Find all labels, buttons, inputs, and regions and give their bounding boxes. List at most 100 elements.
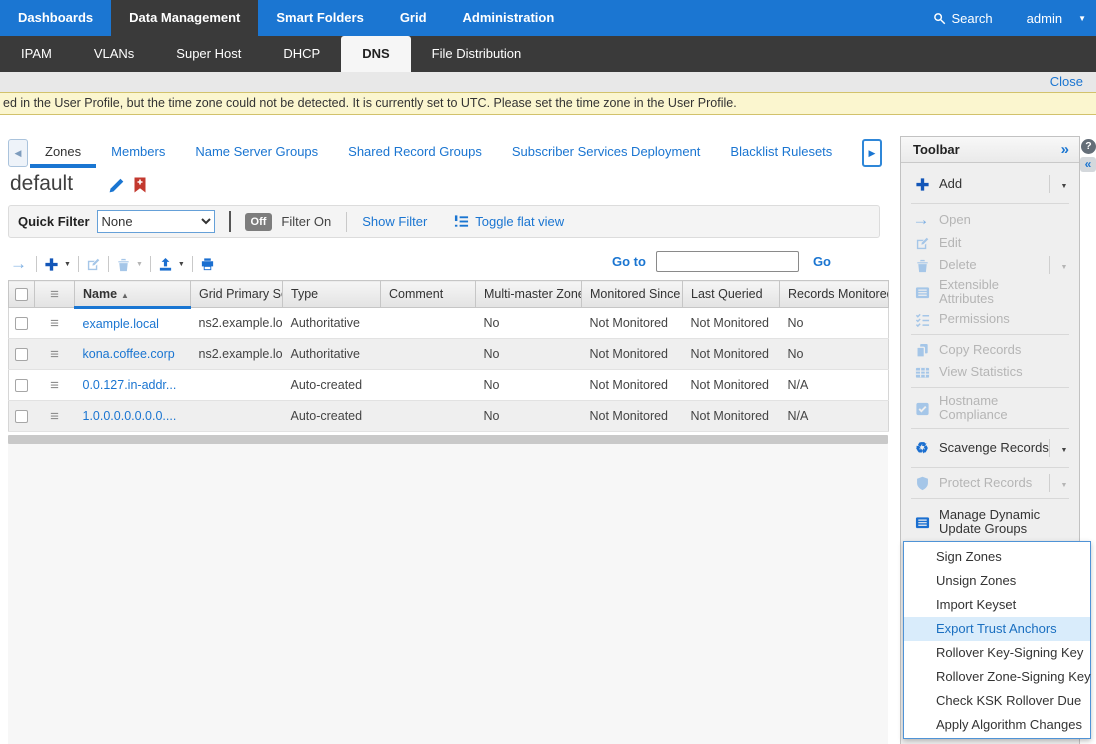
divider [229, 211, 231, 232]
menu-item-sign-zones[interactable]: Sign Zones [904, 545, 1090, 569]
row-checkbox[interactable] [9, 308, 35, 339]
help-icon[interactable]: ? [1081, 139, 1096, 154]
toolbar-manage-dynamic-update-groups[interactable]: Manage Dynamic Update Groups [901, 503, 1079, 541]
zone-link[interactable]: example.local [83, 317, 159, 331]
subnav-super-host[interactable]: Super Host [155, 36, 262, 72]
notice-close-link[interactable]: Close [1050, 74, 1083, 89]
toggle-flat-view-link[interactable]: Toggle flat view [475, 214, 564, 229]
table-row[interactable]: ≡ kona.coffee.corp ns2.example.lo... Aut… [9, 339, 889, 370]
export-icon[interactable] [158, 257, 173, 272]
menu-item-rollover-zsk[interactable]: Rollover Zone-Signing Key [904, 665, 1090, 689]
sort-asc-icon: ▲ [121, 291, 129, 300]
row-checkbox[interactable] [9, 370, 35, 401]
add-caret-icon[interactable]: ▼ [64, 261, 71, 268]
menu-item-rollover-ksk[interactable]: Rollover Key-Signing Key [904, 641, 1090, 665]
row-checkbox[interactable] [9, 339, 35, 370]
table-row[interactable]: ≡ 1.0.0.0.0.0.0.0.... Auto-created No No… [9, 401, 889, 432]
horizontal-scrollbar[interactable] [8, 435, 888, 444]
tab-blacklist-rulesets[interactable]: Blacklist Rulesets [715, 139, 847, 168]
toolbar-open: → Open [901, 208, 1079, 232]
quick-filter-bar: Quick Filter None Off Filter On Show Fil… [8, 205, 880, 238]
goto-row: Go to Go [612, 251, 831, 272]
sub-nav: IPAM VLANs Super Host DHCP DNS File Dist… [0, 36, 1096, 72]
user-menu[interactable]: admin [1027, 11, 1062, 26]
zone-link[interactable]: 1.0.0.0.0.0.0.0.... [83, 409, 177, 423]
collapse-panel-icon[interactable]: « [1080, 157, 1096, 172]
subnav-file-distribution[interactable]: File Distribution [411, 36, 543, 72]
quick-filter-select[interactable]: None [97, 210, 215, 233]
expand-toolbar-icon[interactable]: » [1061, 137, 1069, 163]
export-caret-icon[interactable]: ▼ [178, 261, 185, 268]
filter-on-label: Filter On [281, 214, 331, 229]
filter-off-toggle[interactable]: Off [245, 213, 273, 231]
add-menu-caret-icon[interactable]: ▼ [1061, 183, 1068, 190]
row-menu-icon[interactable]: ≡ [35, 339, 75, 370]
subnav-vlans[interactable]: VLANs [73, 36, 155, 72]
tab-dns64-groups[interactable]: DNS64 Groups [847, 139, 860, 168]
tab-name-server-groups[interactable]: Name Server Groups [180, 139, 333, 168]
add-icon[interactable] [44, 257, 59, 272]
tab-members[interactable]: Members [96, 139, 180, 168]
tab-zones[interactable]: Zones [30, 139, 96, 168]
nav-data-management[interactable]: Data Management [111, 0, 258, 36]
select-all-checkbox[interactable] [9, 281, 35, 308]
subnav-dns[interactable]: DNS [341, 36, 410, 72]
table-row[interactable]: ≡ 0.0.127.in-addr... Auto-created No Not… [9, 370, 889, 401]
nav-administration[interactable]: Administration [445, 0, 573, 36]
tabs-scroll-right-button[interactable]: ▶ [862, 139, 882, 167]
tab-shared-record-groups[interactable]: Shared Record Groups [333, 139, 497, 168]
zone-link[interactable]: kona.coffee.corp [83, 347, 175, 361]
user-caret-icon[interactable]: ▼ [1078, 14, 1086, 23]
goto-button[interactable]: Go [813, 254, 831, 269]
toolbar-scavenge-records[interactable]: ♻ Scavenge Records ▼ [901, 433, 1079, 463]
table-empty-area [8, 444, 888, 744]
delete-menu-caret-icon: ▼ [1061, 264, 1068, 271]
table-icon [915, 365, 930, 380]
delete-icon [116, 257, 131, 272]
menu-item-apply-algorithm-changes[interactable]: Apply Algorithm Changes [904, 713, 1090, 737]
tabs-scroll-left-button[interactable]: ◀ [8, 139, 28, 167]
column-header-monitored-since[interactable]: Monitored Since [582, 281, 683, 308]
zone-link[interactable]: 0.0.127.in-addr... [83, 378, 177, 392]
search-label: Search [951, 11, 992, 26]
show-filter-link[interactable]: Show Filter [362, 214, 427, 229]
bookmark-icon[interactable] [134, 177, 146, 193]
subnav-ipam[interactable]: IPAM [0, 36, 73, 72]
list-icon [915, 515, 930, 530]
protect-caret-icon: ▼ [1061, 482, 1068, 489]
menu-item-check-ksk-rollover[interactable]: Check KSK Rollover Due [904, 689, 1090, 713]
nav-dashboards[interactable]: Dashboards [0, 0, 111, 36]
column-header-grid-primary[interactable]: Grid Primary Se... [191, 281, 283, 308]
row-menu-icon[interactable]: ≡ [35, 401, 75, 432]
column-header-type[interactable]: Type [283, 281, 381, 308]
edit-title-pencil-icon[interactable] [108, 177, 125, 194]
column-header-last-queried[interactable]: Last Queried [683, 281, 780, 308]
row-checkbox[interactable] [9, 401, 35, 432]
app-window: Dashboards Data Management Smart Folders… [0, 0, 1096, 744]
copy-icon [915, 343, 930, 358]
open-arrow-icon: → [913, 210, 930, 230]
tab-subscriber-services-deployment[interactable]: Subscriber Services Deployment [497, 139, 716, 168]
nav-grid[interactable]: Grid [382, 0, 445, 36]
row-menu-icon[interactable]: ≡ [35, 308, 75, 339]
goto-input[interactable] [656, 251, 799, 272]
nav-smart-folders[interactable]: Smart Folders [258, 0, 381, 36]
column-header-name[interactable]: Name▲ [75, 281, 191, 308]
toggle-flat-view-icon[interactable] [454, 214, 469, 229]
row-menu-icon[interactable]: ≡ [35, 370, 75, 401]
column-header-records-monitored[interactable]: Records Monitored [780, 281, 889, 308]
toolbar-add[interactable]: Add ▼ [901, 169, 1079, 199]
column-header-comment[interactable]: Comment [381, 281, 476, 308]
global-search[interactable]: Search [933, 11, 992, 26]
list-icon [915, 285, 930, 300]
scavenge-caret-icon[interactable]: ▼ [1061, 447, 1068, 454]
menu-item-import-keyset[interactable]: Import Keyset [904, 593, 1090, 617]
toolbar-hostname-compliance: Hostname Compliance [901, 392, 1079, 424]
print-icon[interactable] [200, 257, 215, 272]
menu-item-unsign-zones[interactable]: Unsign Zones [904, 569, 1090, 593]
menu-item-export-trust-anchors[interactable]: Export Trust Anchors [904, 617, 1090, 641]
column-header-multi-master[interactable]: Multi-master Zone [476, 281, 582, 308]
subnav-dhcp[interactable]: DHCP [262, 36, 341, 72]
table-row[interactable]: ≡ example.local ns2.example.lo... Author… [9, 308, 889, 339]
column-menu-icon[interactable]: ≡ [35, 281, 75, 308]
